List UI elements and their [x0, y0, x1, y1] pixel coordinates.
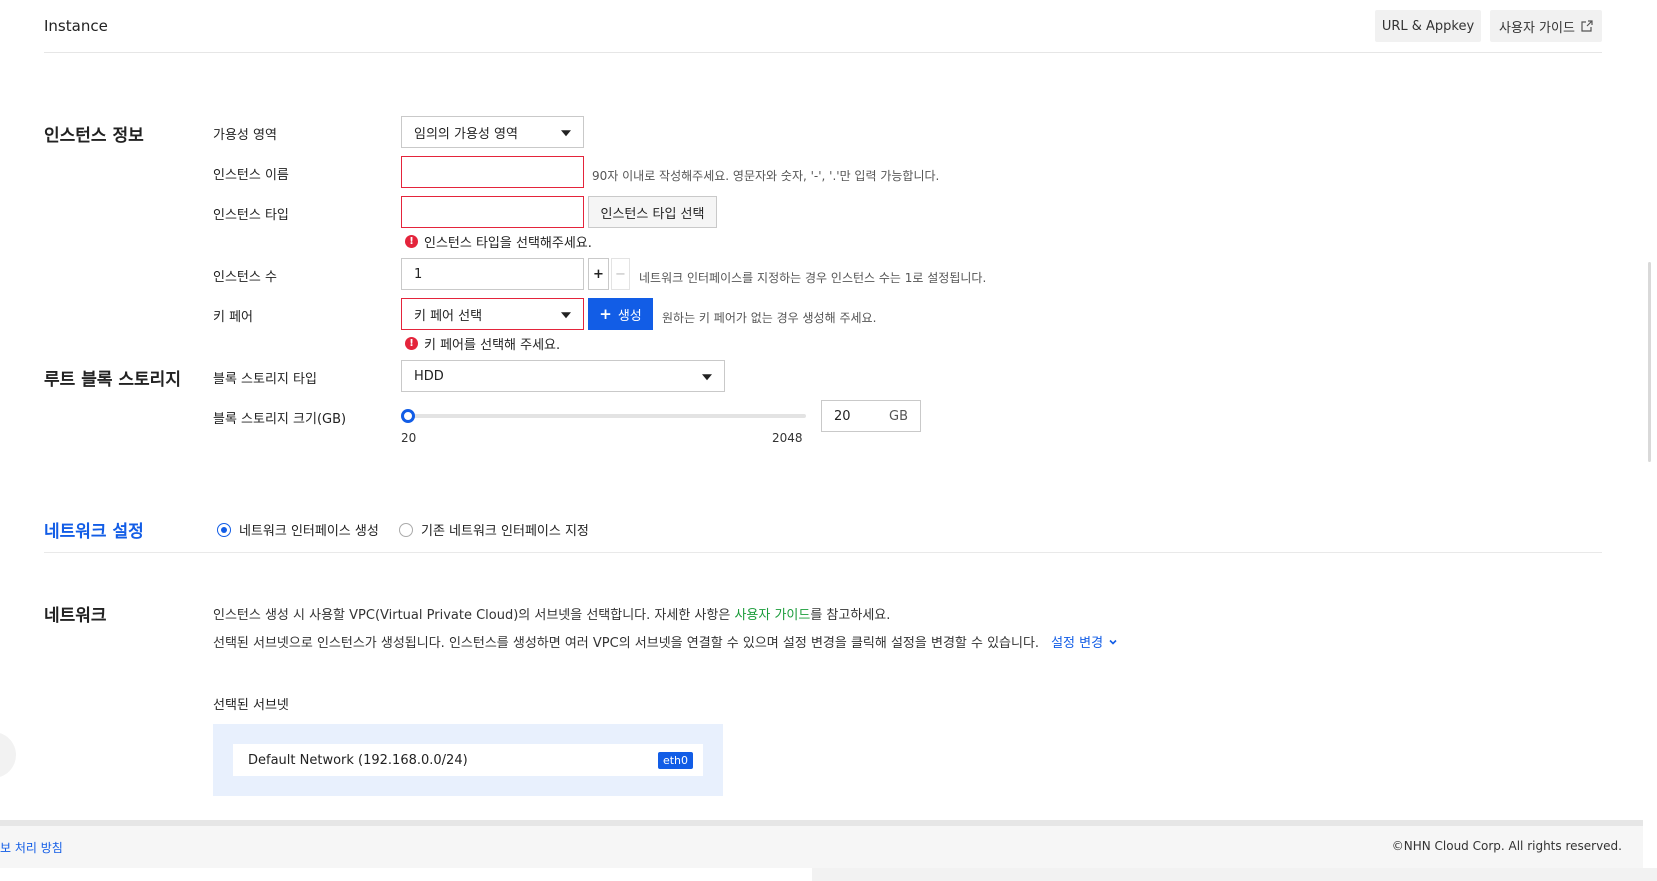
availability-zone-value: 임의의 가용성 영역	[414, 126, 518, 142]
chevron-down-icon	[702, 374, 712, 381]
storage-size-input[interactable]: 20 GB	[821, 400, 921, 432]
instance-count-value: 1	[414, 266, 423, 282]
radio-create-label: 네트워크 인터페이스 생성	[239, 524, 379, 539]
external-link-icon	[1581, 20, 1593, 32]
page-title: Instance	[44, 17, 108, 35]
url-appkey-button[interactable]: URL & Appkey	[1375, 10, 1481, 42]
radio-existing-label: 기존 네트워크 인터페이스 지정	[421, 524, 589, 539]
storage-type-label: 블록 스토리지 타입	[213, 372, 317, 387]
section-title-root-storage: 루트 블록 스토리지	[44, 370, 181, 390]
url-appkey-label: URL & Appkey	[1381, 18, 1475, 34]
availability-zone-select[interactable]: 임의의 가용성 영역	[401, 116, 584, 148]
key-pair-error: ! 키 페어를 선택해 주세요.	[405, 334, 560, 353]
storage-type-select[interactable]: HDD	[401, 360, 725, 392]
user-guide-link[interactable]: 사용자 가이드	[734, 608, 810, 623]
storage-size-max: 2048	[772, 431, 803, 445]
change-settings-link[interactable]: 설정 변경	[1051, 632, 1118, 651]
storage-size-unit: GB	[889, 408, 908, 424]
section-title-network-settings: 네트워크 설정	[44, 522, 144, 542]
storage-size-label: 블록 스토리지 크기(GB)	[213, 412, 347, 427]
chevron-down-icon	[561, 130, 571, 137]
section-title-instance-info: 인스턴스 정보	[44, 126, 144, 146]
bottom-panel-partial	[812, 868, 1657, 881]
instance-count-hint: 네트워크 인터페이스를 지정하는 경우 인스턴스 수는 1로 설정됩니다.	[639, 271, 987, 285]
key-pair-create-button[interactable]: + 생성	[588, 298, 653, 330]
subnet-name: Default Network (192.168.0.0/24)	[248, 752, 468, 768]
instance-name-hint: 90자 이내로 작성해주세요. 영문자와 숫자, '-', '.'만 입력 가능…	[592, 169, 940, 183]
section-divider	[44, 552, 1602, 553]
chevron-down-icon	[1109, 639, 1117, 645]
key-pair-create-label: 생성	[617, 308, 642, 324]
instance-type-error-text: 인스턴스 타입을 선택해주세요.	[424, 236, 592, 251]
storage-size-slider-handle[interactable]	[401, 409, 415, 423]
page-scrollbar[interactable]	[1648, 262, 1651, 462]
network-desc2-text: 선택된 서브넷으로 인스턴스가 생성됩니다. 인스턴스를 생성하면 여러 VPC…	[213, 636, 1040, 651]
storage-size-value: 20	[834, 408, 851, 424]
instance-count-increment-button[interactable]: +	[588, 258, 609, 290]
network-description-2: 선택된 서브넷으로 인스턴스가 생성됩니다. 인스턴스를 생성하면 여러 VPC…	[213, 632, 1118, 651]
radio-existing-network-interface[interactable]: 기존 네트워크 인터페이스 지정	[399, 520, 589, 539]
key-pair-label: 키 페어	[213, 310, 254, 325]
header-divider	[44, 52, 1602, 53]
selected-subnet-label: 선택된 서브넷	[213, 698, 289, 713]
network-desc1-pre: 인스턴스 생성 시 사용할 VPC(Virtual Private Cloud)…	[213, 608, 735, 623]
availability-zone-label: 가용성 영역	[213, 128, 277, 143]
subnet-item[interactable]: Default Network (192.168.0.0/24) eth0	[233, 744, 703, 776]
storage-size-min: 20	[401, 431, 417, 445]
error-icon: !	[405, 235, 418, 248]
key-pair-select[interactable]: 키 페어 선택	[401, 298, 584, 330]
radio-unchecked-icon	[399, 522, 413, 537]
storage-size-slider-track[interactable]	[401, 414, 806, 418]
key-pair-hint: 원하는 키 페어가 없는 경우 생성해 주세요.	[662, 311, 877, 325]
copyright-text: ©NHN Cloud Corp. All rights reserved.	[1391, 839, 1622, 853]
footer: 보 처리 방침 ©NHN Cloud Corp. All rights rese…	[0, 826, 1643, 868]
instance-name-input[interactable]	[401, 156, 584, 188]
storage-type-value: HDD	[414, 368, 444, 384]
instance-type-error: ! 인스턴스 타입을 선택해주세요.	[405, 232, 592, 251]
floating-button-partial[interactable]	[0, 732, 16, 778]
instance-type-select-button[interactable]: 인스턴스 타입 선택	[588, 196, 717, 228]
subnet-badge: eth0	[657, 751, 693, 769]
section-title-network: 네트워크	[44, 606, 107, 626]
change-settings-label: 설정 변경	[1051, 636, 1104, 651]
instance-type-input[interactable]	[401, 196, 584, 228]
selected-subnet-panel: Default Network (192.168.0.0/24) eth0	[213, 724, 723, 796]
instance-count-input[interactable]: 1	[401, 258, 584, 290]
network-desc1-post: 를 참고하세요.	[810, 608, 891, 623]
radio-create-network-interface[interactable]: 네트워크 인터페이스 생성	[217, 520, 379, 539]
instance-count-decrement-button[interactable]: −	[611, 258, 630, 290]
instance-name-label: 인스턴스 이름	[213, 168, 289, 183]
plus-icon: +	[599, 305, 612, 323]
network-description-1: 인스턴스 생성 시 사용할 VPC(Virtual Private Cloud)…	[213, 604, 890, 623]
user-guide-button[interactable]: 사용자 가이드	[1490, 10, 1602, 42]
instance-count-label: 인스턴스 수	[213, 270, 277, 285]
chevron-down-icon	[561, 312, 571, 319]
instance-type-label: 인스턴스 타입	[213, 208, 289, 223]
key-pair-value: 키 페어 선택	[414, 308, 483, 324]
privacy-policy-link[interactable]: 보 처리 방침	[0, 839, 63, 856]
radio-checked-icon	[217, 522, 231, 537]
key-pair-error-text: 키 페어를 선택해 주세요.	[424, 338, 561, 353]
error-icon: !	[405, 337, 418, 350]
user-guide-label: 사용자 가이드	[1499, 20, 1575, 36]
